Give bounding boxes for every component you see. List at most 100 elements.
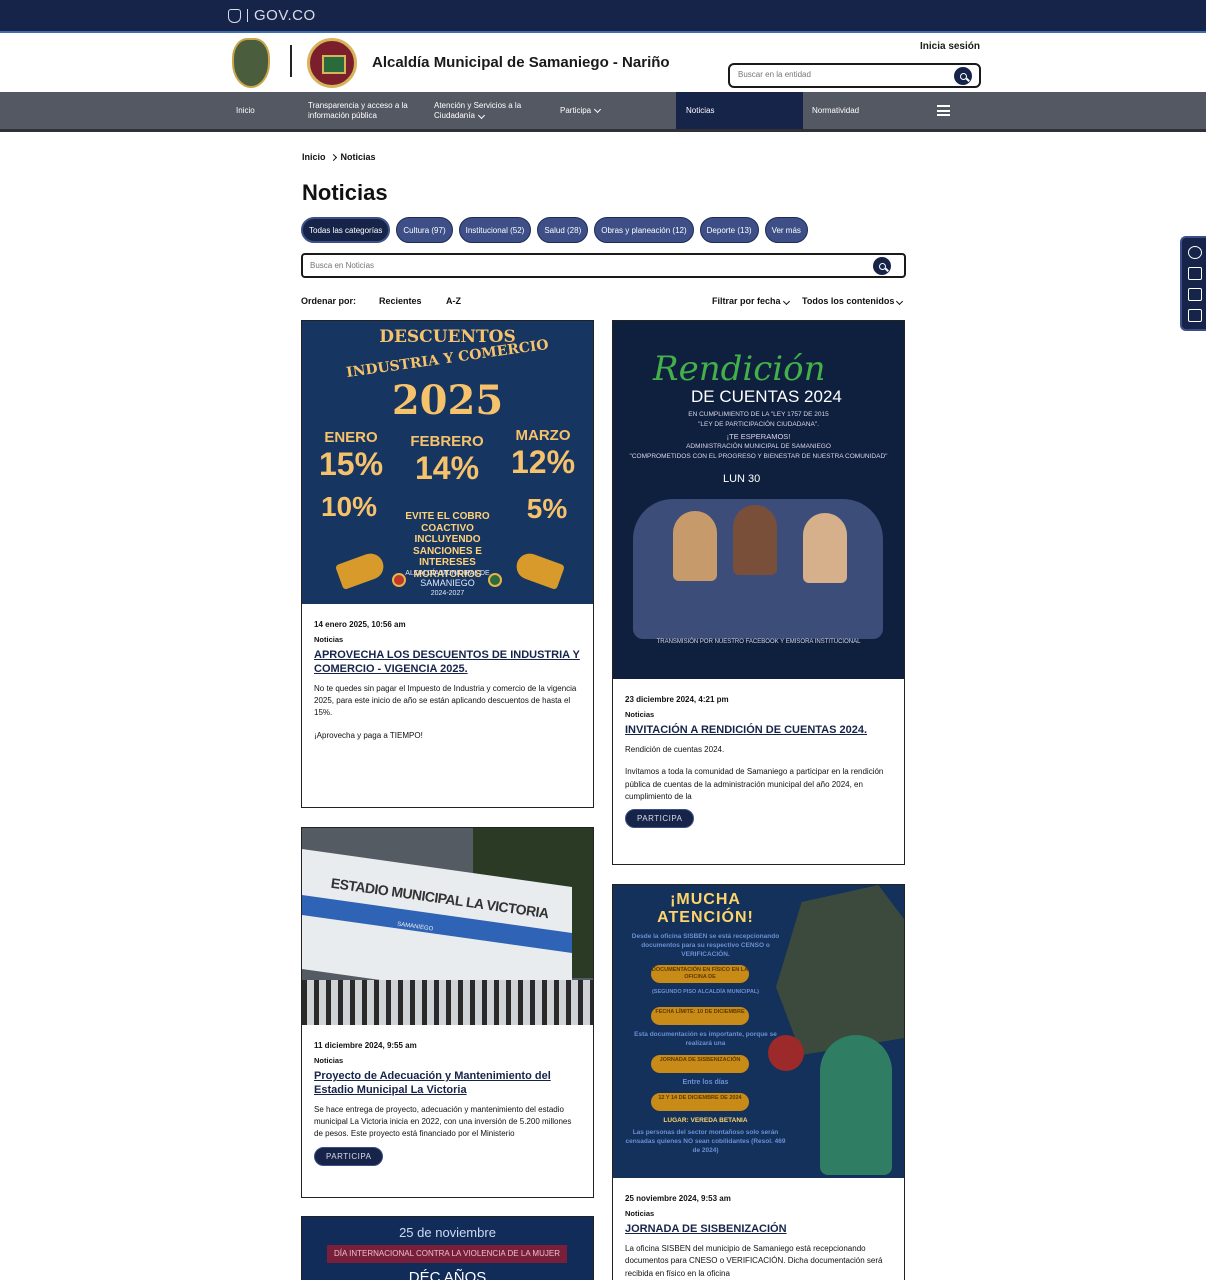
chip-cultura[interactable]: Cultura (97) [396,217,453,243]
image-text: TRANSMISIÓN POR NUESTRO FACEBOOK Y EMISO… [656,639,861,645]
image-text: 12 Y 14 DE DICIEMBRE DE 2024 [651,1093,749,1111]
chart-icon[interactable] [1188,309,1202,322]
chip-ver-mas[interactable]: Ver más [764,217,808,243]
news-card[interactable]: 25 de noviembre DÍA INTERNACIONAL CONTRA… [301,1216,594,1280]
image-text: FEBRERO [410,433,484,450]
nav-item-inicio[interactable]: Inicio [236,92,296,129]
card-body: 23 diciembre 2024, 4:21 pm Noticias INVI… [625,695,892,829]
category-filter: Todas las categorías Cultura (97) Instit… [301,217,808,243]
nav-item-atencion[interactable]: Atención y Servicios a la Ciudadanía [434,92,546,129]
nav-label: Transparencia y acceso a la información … [308,100,408,120]
nav-item-transparencia[interactable]: Transparencia y acceso a la información … [308,92,420,129]
chip-salud[interactable]: Salud (28) [537,217,589,243]
font-size-icon[interactable] [1188,267,1202,280]
image-text: ¡TE ESPERAMOS! [726,432,791,441]
card-title[interactable]: APROVECHA LOS DESCUENTOS DE INDUSTRIA Y … [314,649,581,677]
hamburger-icon[interactable] [937,105,950,116]
image-text: FECHA LÍMITE: 10 DE DICIEMBRE [651,1007,749,1025]
brand-divider [247,9,248,22]
fence [302,980,593,1025]
filter-date-label: Filtrar por fecha [712,296,781,306]
page-title: Noticias [302,180,388,205]
site-search-input[interactable] [738,70,948,79]
image-text: Rendición [653,349,826,389]
person-figure [733,505,777,575]
seal-icon [392,573,406,587]
chip-all[interactable]: Todas las categorías [301,217,391,243]
filter-date-dropdown[interactable]: Filtrar por fecha [712,296,790,306]
municipal-crest-logo[interactable] [232,38,270,88]
image-text: MARZO [515,427,571,444]
site-header: Alcaldía Municipal de Samaniego - Nariño… [0,31,1206,92]
card-category: Noticias [314,1056,344,1065]
illustration-figure [820,1035,892,1175]
login-link[interactable]: Inicia sesión [920,41,980,52]
card-body: 14 enero 2025, 10:56 am Noticias APROVEC… [314,620,581,742]
filter-content-dropdown[interactable]: Todos los contenidos [802,296,904,306]
gov-shield-icon [228,8,241,23]
card-title[interactable]: Proyecto de Adecuación y Mantenimiento d… [314,1070,581,1098]
image-text: 2024-2027 [430,590,465,597]
image-text: 2025 [391,377,504,424]
image-text: DÉC AÑOS [408,1269,487,1280]
news-card[interactable]: ¡MUCHA ATENCIÓN! Desde la oficina SISBEN… [612,884,905,1280]
card-excerpt: Rendición de cuentas 2024. [625,744,725,754]
sort-bar: Ordenar por: Recientes A-Z Filtrar por f… [301,296,906,310]
image-text: ATENCIÓN! [657,909,754,926]
site-search-button[interactable] [954,67,972,85]
site-search [728,63,981,88]
participa-button[interactable]: PARTICIPA [314,1146,384,1166]
news-search-button[interactable] [873,257,891,275]
breadcrumb: Inicio Noticias [302,152,376,162]
sort-az[interactable]: A-Z [446,296,461,306]
news-card[interactable]: Rendición DE CUENTAS 2024 EN CUMPLIMIENT… [612,320,905,865]
nav-item-noticias[interactable]: Noticias [676,92,803,129]
card-date: 11 diciembre 2024, 9:55 am [314,1041,417,1050]
news-card[interactable]: ESTADIO MUNICIPAL LA VICTORIA SAMANIEGO … [301,827,594,1198]
chip-obras[interactable]: Obras y planeación (12) [594,217,694,243]
image-icon[interactable] [1188,288,1202,301]
main-nav: Inicio Transparencia y acceso a la infor… [0,92,1206,132]
card-title[interactable]: JORNADA DE SISBENIZACIÓN [625,1223,892,1237]
contrast-icon[interactable] [1188,246,1202,259]
image-text: 14% [414,450,480,486]
image-text: 25 de noviembre [399,1225,496,1240]
person-figure [673,511,717,581]
chip-institucional[interactable]: Institucional (52) [458,217,532,243]
gov-co-logo[interactable]: GOV.CO [228,7,316,24]
alcaldia-seal-logo[interactable] [307,38,357,88]
participa-button[interactable]: PARTICIPA [625,809,695,829]
nav-label: Participa [560,105,592,115]
image-month: ENERO 15% [306,429,396,483]
search-icon [878,262,886,270]
image-text: DOCUMENTACIÓN EN FÍSICO EN LA OFICINA DE [651,965,749,983]
card-excerpt: ¡Aprovecha y paga a TIEMPO! [314,730,423,740]
sort-recientes[interactable]: Recientes [379,296,422,306]
chip-deporte[interactable]: Deporte (13) [699,217,759,243]
card-body: 11 diciembre 2024, 9:55 am Noticias Proy… [314,1041,581,1166]
logo-divider [290,45,292,77]
nav-item-participa[interactable]: Participa [560,92,640,129]
nav-label: Noticias [686,105,715,115]
breadcrumb-home[interactable]: Inicio [302,152,326,162]
filter-content-label: Todos los contenidos [802,296,895,306]
image-text: Desde la oficina SISBEN se está recepcio… [631,933,780,958]
news-image[interactable]: ESTADIO MUNICIPAL LA VICTORIA SAMANIEGO [302,828,593,1025]
news-image[interactable]: 25 de noviembre DÍA INTERNACIONAL CONTRA… [302,1217,593,1280]
image-text: ADMINISTRACIÓN MUNICIPAL DE SAMANIEGO [686,443,831,450]
image-text: LUN 30 [723,473,761,485]
news-image[interactable]: Rendición DE CUENTAS 2024 EN CUMPLIMIENT… [613,321,904,679]
search-icon [959,72,967,80]
nav-item-normatividad[interactable]: Normatividad [812,92,912,129]
news-card[interactable]: DESCUENTOS INDUSTRIA Y COMERCIO 2025 ENE… [301,320,594,808]
image-month: MARZO 12% [498,427,588,481]
news-image[interactable]: ¡MUCHA ATENCIÓN! Desde la oficina SISBEN… [613,885,904,1178]
person-figure [803,513,847,583]
news-image[interactable]: DESCUENTOS INDUSTRIA Y COMERCIO 2025 ENE… [302,321,593,604]
site-title[interactable]: Alcaldía Municipal de Samaniego - Nariño [372,54,670,71]
card-title[interactable]: INVITACIÓN A RENDICIÓN DE CUENTAS 2024. [625,724,892,738]
chevron-down-icon [477,111,485,119]
image-text: JORNADA DE SISBENIZACIÓN [651,1055,749,1073]
accessibility-toolbar [1180,236,1206,331]
news-search-input[interactable] [310,261,850,270]
